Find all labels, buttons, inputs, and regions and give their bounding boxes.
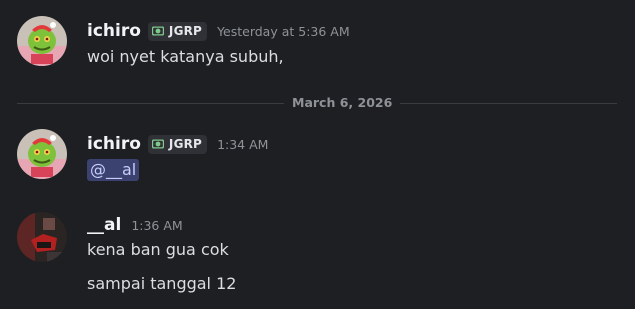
date-divider-label: March 6, 2026 — [284, 94, 401, 112]
guild-tag[interactable]: JGRP — [147, 21, 208, 41]
user-mention[interactable]: @__al — [87, 159, 140, 181]
message-timestamp[interactable]: 1:36 AM — [131, 218, 182, 233]
avatar-image — [17, 129, 67, 179]
message-header: __al 1:36 AM — [87, 213, 183, 237]
username[interactable]: ichiro — [87, 134, 141, 154]
avatar[interactable] — [17, 212, 67, 262]
money-bill-icon — [151, 137, 165, 151]
username[interactable]: __al — [87, 215, 121, 235]
avatar[interactable] — [17, 129, 67, 179]
message-text: kena ban gua cok — [87, 240, 229, 259]
message-text: woi nyet katanya subuh, — [87, 47, 284, 66]
avatar-image — [17, 212, 67, 262]
username[interactable]: ichiro — [87, 21, 141, 41]
message-header: ichiro JGRP Yesterday at 5:36 AM — [87, 19, 350, 43]
message-timestamp[interactable]: 1:34 AM — [217, 137, 268, 152]
message-timestamp[interactable]: Yesterday at 5:36 AM — [217, 24, 350, 39]
money-bill-icon — [151, 24, 165, 38]
message-text: @__al — [87, 159, 140, 181]
avatar-image — [17, 16, 67, 66]
chat-message-list: ichiro JGRP Yesterday at 5:36 AM woi nye… — [0, 0, 635, 309]
avatar[interactable] — [17, 16, 67, 66]
guild-tag-label: JGRP — [168, 24, 203, 38]
message-header: ichiro JGRP 1:34 AM — [87, 132, 268, 156]
guild-tag[interactable]: JGRP — [147, 134, 208, 154]
guild-tag-label: JGRP — [168, 137, 203, 151]
message-text: sampai tanggal 12 — [87, 274, 237, 293]
